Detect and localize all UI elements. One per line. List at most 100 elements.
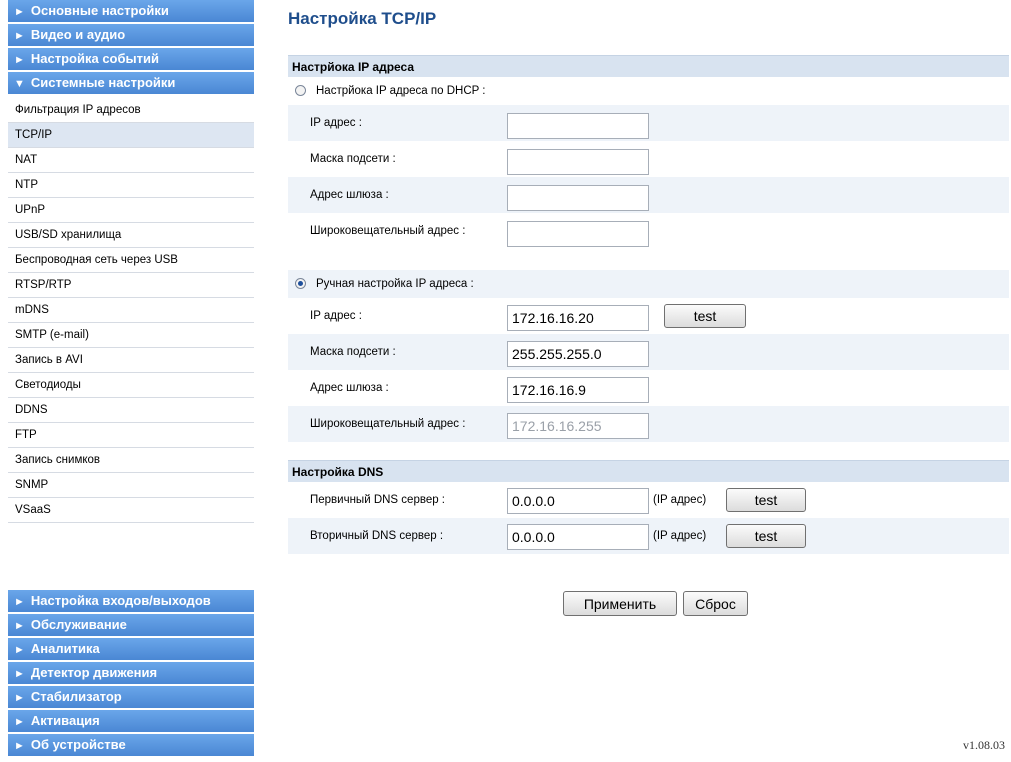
field-label: Адрес шлюза : (310, 189, 389, 201)
sidebar-section-label: Обслуживание (30, 617, 127, 632)
field-label: Маска подсети : (310, 346, 396, 358)
triangle-right-icon: ► (14, 30, 25, 42)
dhcp-mask-row: Маска подсети : (288, 141, 1009, 177)
sidebar-section-label: Активация (30, 713, 100, 728)
sidebar-section-basic-settings[interactable]: ► Основные настройки (8, 0, 254, 22)
sidebar-item-rtsp-rtp[interactable]: RTSP/RTP (8, 273, 254, 298)
manual-broadcast-row: Широковещательный адрес : (288, 406, 1009, 442)
test-dns-secondary-button[interactable]: test (726, 524, 806, 548)
triangle-right-icon: ► (14, 644, 25, 656)
dns-secondary-input[interactable] (507, 524, 649, 550)
manual-radio[interactable] (295, 278, 306, 289)
ip-address-note: (IP адрес) (653, 494, 707, 506)
sidebar-section-analytics[interactable]: ► Аналитика (8, 638, 254, 660)
sidebar-item-usb-wireless[interactable]: Беспроводная сеть через USB (8, 248, 254, 273)
apply-button[interactable]: Применить (563, 591, 677, 616)
reset-button[interactable]: Сброс (683, 591, 748, 616)
triangle-right-icon: ► (14, 668, 25, 680)
sidebar-bottom-sections: ► Настройка входов/выходов ► Обслуживание … (8, 590, 254, 758)
sidebar-section-label: Настройка входов/выходов (30, 593, 211, 608)
sidebar-item-leds[interactable]: Светодиоды (8, 373, 254, 398)
sidebar-section-label: Основные настройки (30, 3, 169, 18)
triangle-right-icon: ► (14, 54, 25, 66)
sidebar-item-ddns[interactable]: DDNS (8, 398, 254, 423)
field-label: Широковещательный адрес : (310, 225, 466, 237)
dns-secondary-row: Вторичный DNS сервер : (IP адрес) test (288, 518, 1009, 554)
field-label: Адрес шлюза : (310, 382, 389, 394)
sidebar-section-maintenance[interactable]: ► Обслуживание (8, 614, 254, 636)
sidebar-item-vsaas[interactable]: VSaaS (8, 498, 254, 523)
triangle-right-icon: ► (14, 6, 25, 18)
sidebar-item-smtp[interactable]: SMTP (e-mail) (8, 323, 254, 348)
sidebar-section-video-audio[interactable]: ► Видео и аудио (8, 24, 254, 46)
sidebar-item-avi-record[interactable]: Запись в AVI (8, 348, 254, 373)
sidebar-item-usb-sd-storage[interactable]: USB/SD хранилища (8, 223, 254, 248)
dhcp-radio[interactable] (295, 85, 306, 96)
manual-radio-label: Ручная настройка IP адреса : (316, 278, 474, 290)
field-label: Маска подсети : (310, 153, 396, 165)
dns-section-header: Настройка DNS (288, 460, 1009, 482)
sidebar-item-nat[interactable]: NAT (8, 148, 254, 173)
manual-gateway-row: Адрес шлюза : (288, 370, 1009, 406)
dhcp-ip-input[interactable] (507, 113, 649, 139)
sidebar-item-ftp[interactable]: FTP (8, 423, 254, 448)
sidebar-item-ntp[interactable]: NTP (8, 173, 254, 198)
sidebar-section-label: Видео и аудио (30, 27, 126, 42)
triangle-down-icon: ▼ (14, 78, 25, 90)
sidebar-section-label: Системные настройки (30, 75, 176, 90)
sidebar-item-ip-filter[interactable]: Фильтрация IP адресов (8, 98, 254, 123)
manual-radio-row: Ручная настройка IP адреса : (288, 270, 1009, 298)
sidebar-section-label: Детектор движения (30, 665, 158, 680)
dhcp-gateway-row: Адрес шлюза : (288, 177, 1009, 213)
sidebar-section-label: Об устройстве (30, 737, 126, 752)
sidebar-item-snapshots[interactable]: Запись снимков (8, 448, 254, 473)
sidebar: ► Основные настройки ► Видео и аудио ► Наст… (8, 0, 254, 762)
triangle-right-icon: ► (14, 740, 25, 752)
manual-gateway-input[interactable] (507, 377, 649, 403)
manual-ip-input[interactable] (507, 305, 649, 331)
version-label: v1.08.03 (963, 738, 1005, 752)
dhcp-ip-row: IP адрес : (288, 105, 1009, 141)
sidebar-section-system-settings[interactable]: ▼ Системные настройки (8, 72, 254, 94)
field-label: IP адрес : (310, 117, 362, 129)
dhcp-broadcast-row: Широковещательный адрес : (288, 213, 1009, 249)
sidebar-section-about-device[interactable]: ► Об устройстве (8, 734, 254, 756)
sidebar-section-events[interactable]: ► Настройка событий (8, 48, 254, 70)
dns-primary-input[interactable] (507, 488, 649, 514)
dhcp-gateway-input[interactable] (507, 185, 649, 211)
sidebar-section-label: Настройка событий (30, 51, 159, 66)
manual-mask-row: Маска подсети : (288, 334, 1009, 370)
sidebar-item-upnp[interactable]: UPnP (8, 198, 254, 223)
triangle-right-icon: ► (14, 716, 25, 728)
dhcp-broadcast-input[interactable] (507, 221, 649, 247)
triangle-right-icon: ► (14, 620, 25, 632)
test-ip-button[interactable]: test (664, 304, 746, 328)
field-label: IP адрес : (310, 310, 362, 322)
field-label: Вторичный DNS сервер : (310, 530, 444, 542)
ip-section-header: Настрйока IP адреса (288, 55, 1009, 77)
triangle-right-icon: ► (14, 692, 25, 704)
dns-primary-row: Первичный DNS сервер : (IP адрес) test (288, 482, 1009, 518)
dhcp-radio-label: Настрйока IP адреса по DHCP : (316, 85, 486, 97)
sidebar-section-activation[interactable]: ► Активация (8, 710, 254, 732)
sidebar-section-stabilizer[interactable]: ► Стабилизатор (8, 686, 254, 708)
sidebar-subitems: Фильтрация IP адресов TCP/IP NAT NTP UPn… (8, 98, 254, 523)
page-title: Настройка TCP/IP (288, 9, 437, 28)
sidebar-section-label: Аналитика (30, 641, 100, 656)
field-label: Широковещательный адрес : (310, 418, 466, 430)
main-content: Настройка TCP/IP Настрйока IP адреса Нас… (288, 0, 1011, 762)
sidebar-item-tcpip[interactable]: TCP/IP (8, 123, 254, 148)
field-label: Первичный DNS сервер : (310, 494, 445, 506)
manual-ip-row: IP адрес : test (288, 298, 1009, 334)
test-dns-primary-button[interactable]: test (726, 488, 806, 512)
triangle-right-icon: ► (14, 596, 25, 608)
manual-mask-input[interactable] (507, 341, 649, 367)
sidebar-section-io-settings[interactable]: ► Настройка входов/выходов (8, 590, 254, 612)
dhcp-radio-row: Настрйока IP адреса по DHCP : (288, 77, 1009, 105)
sidebar-section-motion-detector[interactable]: ► Детектор движения (8, 662, 254, 684)
sidebar-section-label: Стабилизатор (30, 689, 122, 704)
sidebar-item-mdns[interactable]: mDNS (8, 298, 254, 323)
dhcp-mask-input[interactable] (507, 149, 649, 175)
manual-broadcast-input (507, 413, 649, 439)
sidebar-item-snmp[interactable]: SNMP (8, 473, 254, 498)
